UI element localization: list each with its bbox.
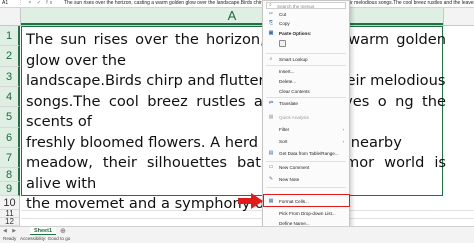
column-header-a[interactable]: A <box>21 8 443 25</box>
paste-button-icon[interactable] <box>279 40 286 47</box>
menu-item-cut[interactable]: ✂ Cut <box>263 10 349 19</box>
clipboard-icon: ▣ <box>268 30 274 36</box>
select-all-corner[interactable] <box>0 8 21 25</box>
menu-item-new-comment[interactable]: ▭ New Comment <box>263 163 349 172</box>
row-header-5[interactable]: 5 <box>0 107 20 128</box>
menu-item-label: Quick Analysis <box>279 115 309 120</box>
menu-item-label: Translate <box>279 101 298 106</box>
menu-item-label: New Comment <box>279 165 310 170</box>
row-header-1[interactable]: 1 <box>0 26 20 46</box>
row-header-8[interactable]: 8 <box>0 168 20 182</box>
formula-buttons[interactable]: ⋮ × ✓ fx <box>18 0 62 7</box>
accessibility-status[interactable]: Accessibility: Good to go <box>20 235 70 243</box>
menu-item-clear-contents[interactable]: Clear Contents <box>263 87 349 96</box>
gridline <box>21 218 474 219</box>
note-icon: ✎ <box>268 176 274 182</box>
menu-item-label: Cut <box>279 12 287 17</box>
menu-item-label: Filter <box>279 127 290 132</box>
table-icon: ▤ <box>268 150 274 156</box>
row-header-9[interactable]: 9 <box>0 182 20 196</box>
menu-item-quick-analysis: ▦ Quick Analysis <box>263 113 349 122</box>
menu-item-copy[interactable]: ⎘ Copy <box>263 19 349 28</box>
menu-search-input[interactable]: Search the menus <box>266 2 346 9</box>
menu-item-label: Insert... <box>279 69 295 74</box>
quick-analysis-icon: ▦ <box>268 114 274 120</box>
menu-item-label: New Note <box>279 177 300 182</box>
cell-text: The sun rises over the horizon, casting … <box>26 31 446 212</box>
translate-icon: ⇄ <box>268 100 274 106</box>
menu-item-insert[interactable]: Insert... <box>263 67 349 76</box>
column-header-row: A <box>0 8 474 26</box>
search-icon: ⌕ <box>269 56 273 62</box>
scissors-icon: ✂ <box>268 11 274 17</box>
search-icon: ⌕ <box>269 2 272 8</box>
copy-icon: ⎘ <box>268 20 273 26</box>
menu-item-label: Copy <box>279 21 290 26</box>
row-header-12[interactable]: 12 <box>0 218 20 226</box>
menu-item-sort[interactable]: Sort › <box>263 137 349 146</box>
format-cells-highlight <box>263 194 350 207</box>
name-box[interactable]: A1 <box>2 0 16 7</box>
column-header-b[interactable] <box>443 8 474 25</box>
menu-separator <box>266 187 346 188</box>
comment-icon: ▭ <box>268 164 274 170</box>
row-header-6[interactable]: 6 <box>0 128 20 148</box>
menu-item-translate[interactable]: ⇄ Translate <box>263 99 349 108</box>
menu-item-smart-lookup[interactable]: ⌕ Smart Lookup <box>263 55 349 64</box>
red-arrow-icon <box>238 193 263 209</box>
menu-separator <box>266 65 346 66</box>
menu-item-paste-options: ▣ Paste Options: <box>263 29 349 38</box>
formula-bar: A1 ⋮ × ✓ fx The sun rises over the horiz… <box>0 0 474 8</box>
row-header-4[interactable]: 4 <box>0 87 20 107</box>
menu-item-label: Sort <box>279 139 288 144</box>
menu-separator <box>266 53 346 54</box>
menu-item-label: Get Data from Table/Range... <box>279 151 339 156</box>
menu-item-new-note[interactable]: ✎ New Note <box>263 175 349 184</box>
chevron-right-icon: › <box>342 127 344 132</box>
row-header-10[interactable]: 10 <box>0 196 20 210</box>
menu-item-label: Clear Contents <box>279 89 310 94</box>
row-header-3[interactable]: 3 <box>0 67 20 87</box>
menu-item-delete[interactable]: Delete... <box>263 77 349 86</box>
menu-item-pick-dropdown[interactable]: Pick From Drop-down List... <box>263 209 349 218</box>
merged-cell-a1[interactable]: The sun rises over the horizon, casting … <box>21 26 446 212</box>
menu-separator <box>266 161 346 162</box>
chevron-right-icon: › <box>342 139 344 144</box>
status-ready: Ready <box>3 236 17 241</box>
menu-item-label: Smart Lookup <box>279 57 308 62</box>
menu-item-label: Paste Options: <box>279 31 312 36</box>
row-header-2[interactable]: 2 <box>0 46 20 67</box>
menu-item-label: Pick From Drop-down List... <box>279 211 336 216</box>
menu-item-filter[interactable]: Filter › <box>263 125 349 134</box>
row-header-7[interactable]: 7 <box>0 148 20 168</box>
menu-item-label: Delete... <box>279 79 297 84</box>
menu-separator <box>266 97 346 98</box>
menu-item-get-data[interactable]: ▤ Get Data from Table/Range... <box>263 149 349 158</box>
status-bar: Ready Accessibility: Good to go <box>0 235 474 243</box>
